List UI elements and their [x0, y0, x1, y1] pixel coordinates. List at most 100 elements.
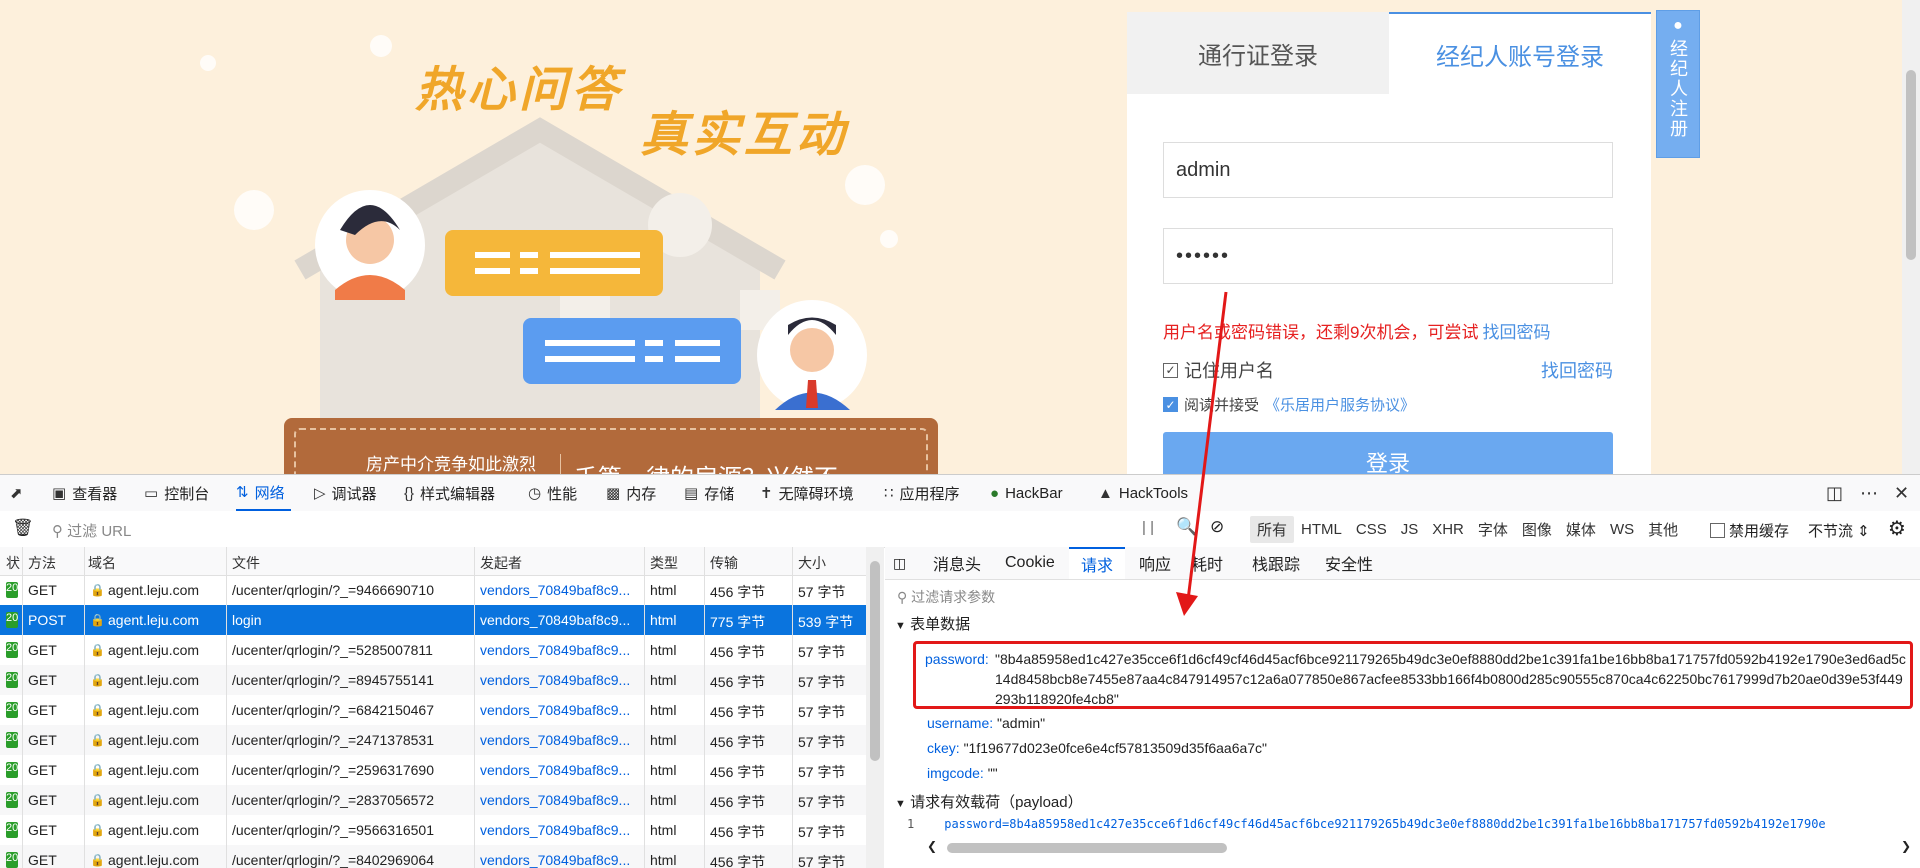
agreement-prefix: 阅读并接受 [1184, 397, 1260, 414]
agent-register-button[interactable]: ● 经纪人注册 [1656, 10, 1700, 158]
payload-horizontal-scrollbar[interactable]: ❮ ❯ [927, 839, 1911, 853]
table-row[interactable]: 20 POST agent.leju.com login vendors_70849ba… [0, 605, 866, 635]
chevron-right-icon[interactable]: ❯ [1901, 839, 1911, 853]
form-param-ckey: ckey: "1f19677d023e0fce6e4cf57813509d35f… [927, 740, 1268, 756]
type-cell: html [650, 792, 677, 808]
table-header: 状 方法 域名 文件 发起者 类型 传输 大小 [0, 547, 866, 576]
table-row[interactable]: 20 GET agent.leju.com/ucenter/qrlogin/?_=9… [0, 575, 866, 605]
tab-inspector[interactable]: ▣ 查看器 [52, 475, 117, 511]
table-row[interactable]: 20 GET agent.leju.com/ucenter/qrlogin/?_=8… [0, 665, 866, 695]
tab-cookie[interactable]: Cookie [1005, 547, 1055, 579]
tab-debugger[interactable]: ▷ 调试器 [314, 475, 377, 511]
initiator-link[interactable]: vendors_70849baf8c9... [480, 612, 640, 628]
filter-html[interactable]: HTML [1294, 518, 1349, 541]
tab-network[interactable]: ⇅ 网络 [236, 475, 291, 511]
more-options-icon[interactable]: ⋯ [1860, 475, 1878, 511]
chevron-left-icon[interactable]: ❮ [927, 839, 937, 853]
banner-text-1: 房产中介竞争如此激烈 [366, 455, 536, 474]
debugger-icon: ▷ [314, 485, 326, 502]
agreement-link[interactable]: 《乐居用户服务协议》 [1265, 394, 1415, 415]
tab-request[interactable]: 请求 [1069, 547, 1126, 579]
pause-icon[interactable]: | | [1142, 519, 1154, 536]
toggle-sidebar-icon[interactable]: ◫ [893, 547, 906, 579]
domain-cell: agent.leju.com [108, 702, 200, 718]
filter-css[interactable]: CSS [1349, 518, 1394, 541]
filter-other[interactable]: 其他 [1641, 516, 1685, 543]
tab-storage[interactable]: ▤ 存储 [684, 475, 734, 511]
method-cell: GET [28, 642, 57, 658]
filter-fonts[interactable]: 字体 [1471, 516, 1515, 543]
table-row[interactable]: 20 GET agent.leju.com/ucenter/qrlogin/?_=9… [0, 815, 866, 845]
table-row[interactable]: 20 GET agent.leju.com/ucenter/qrlogin/?_=5… [0, 635, 866, 665]
transfer-cell: 456 字节 [710, 644, 766, 660]
remember-username[interactable]: ✓ 记住用户名 [1163, 357, 1274, 383]
file-cell: /ucenter/qrlogin/?_=2837056572 [232, 792, 435, 808]
login-button[interactable]: 登录 [1163, 432, 1613, 474]
tab-security[interactable]: 安全性 [1325, 547, 1373, 579]
tab-performance[interactable]: ◷ 性能 [528, 475, 577, 511]
table-row[interactable]: 20 GET agent.leju.com/ucenter/qrlogin/?_=8… [0, 845, 866, 868]
tab-stack-trace[interactable]: 栈跟踪 [1252, 547, 1300, 579]
initiator-link[interactable]: vendors_70849baf8c9... [480, 642, 640, 658]
initiator-link[interactable]: vendors_70849baf8c9... [480, 762, 640, 778]
table-row[interactable]: 20 GET agent.leju.com/ucenter/qrlogin/?_=2… [0, 755, 866, 785]
lock-icon: 🔒 [90, 583, 105, 597]
tab-response[interactable]: 响应 [1139, 547, 1171, 579]
table-row[interactable]: 20 GET agent.leju.com/ucenter/qrlogin/?_=6… [0, 695, 866, 725]
filter-ws[interactable]: WS [1603, 518, 1641, 541]
dock-icon[interactable]: ◫ [1826, 475, 1843, 511]
type-cell: html [650, 852, 677, 868]
block-icon[interactable]: ⊘ [1210, 517, 1224, 537]
tab-timings[interactable]: 耗时 [1191, 547, 1223, 579]
remember-checkbox[interactable]: ✓ [1163, 362, 1178, 378]
forgot-password-link[interactable]: 找回密码 [1541, 357, 1613, 383]
tab-memory[interactable]: ▩ 内存 [606, 475, 656, 511]
filter-xhr[interactable]: XHR [1425, 518, 1471, 541]
network-icon: ⇅ [236, 484, 249, 501]
disable-cache-toggle[interactable]: 禁用缓存 [1710, 520, 1789, 541]
tab-headers[interactable]: 消息头 [933, 547, 981, 579]
initiator-link[interactable]: vendors_70849baf8c9... [480, 852, 640, 868]
remember-label: 记住用户名 [1184, 361, 1274, 381]
initiator-link[interactable]: vendors_70849baf8c9... [480, 582, 640, 598]
error-forgot-password-link[interactable]: 找回密码 [1482, 323, 1550, 342]
search-icon[interactable]: 🔍 [1176, 517, 1197, 537]
tab-hackbar[interactable]: ● HackBar [990, 475, 1063, 511]
settings-gear-icon[interactable]: ⚙ [1888, 516, 1906, 541]
initiator-link[interactable]: vendors_70849baf8c9... [480, 822, 640, 838]
initiator-link[interactable]: vendors_70849baf8c9... [480, 732, 640, 748]
form-data-section[interactable]: ▼ 表单数据 [895, 613, 970, 634]
filter-url-input[interactable]: ⚲ 过滤 URL [52, 520, 131, 541]
throttle-select[interactable]: 不节流 ⇕ [1808, 520, 1870, 541]
filter-images[interactable]: 图像 [1515, 516, 1559, 543]
tab-agent-login[interactable]: 经纪人账号登录 [1389, 12, 1651, 94]
tab-application[interactable]: ∷ 应用程序 [884, 475, 960, 511]
form-param-password: password: "8b4a85958ed1c427e35cce6f1d6cf… [925, 651, 1906, 707]
element-picker-icon[interactable]: ⬈ [10, 475, 23, 511]
agreement-checkbox[interactable]: ✓ [1163, 397, 1178, 412]
username-input[interactable]: admin [1163, 142, 1613, 198]
payload-section[interactable]: ▼ 请求有效载荷（payload） [895, 791, 1083, 812]
password-input[interactable]: •••••• [1163, 228, 1613, 284]
console-icon: ▭ [144, 485, 159, 502]
tab-hacktools[interactable]: ▲ HackTools [1098, 475, 1188, 511]
clear-trash-icon[interactable]: 🗑 [12, 518, 34, 538]
filter-media[interactable]: 媒体 [1559, 516, 1603, 543]
initiator-link[interactable]: vendors_70849baf8c9... [480, 672, 640, 688]
initiator-link[interactable]: vendors_70849baf8c9... [480, 702, 640, 718]
tab-style-editor[interactable]: {} 样式编辑器 [404, 475, 495, 511]
table-row[interactable]: 20 GET agent.leju.com/ucenter/qrlogin/?_=2… [0, 725, 866, 755]
tab-accessibility[interactable]: ✝ 无障碍环境 [760, 475, 854, 511]
request-table-scrollbar[interactable] [866, 547, 884, 868]
close-devtools-icon[interactable]: ✕ [1894, 475, 1909, 511]
filter-all[interactable]: 所有 [1250, 515, 1295, 543]
tab-passport-login[interactable]: 通行证登录 [1127, 12, 1389, 94]
status-badge: 20 [6, 732, 18, 748]
transfer-cell: 456 字节 [710, 584, 766, 600]
filter-js[interactable]: JS [1394, 518, 1426, 541]
initiator-link[interactable]: vendors_70849baf8c9... [480, 792, 640, 808]
tab-console[interactable]: ▭ 控制台 [144, 475, 209, 511]
param-filter-input[interactable]: ⚲ 过滤请求参数 [897, 587, 995, 607]
table-row[interactable]: 20 GET agent.leju.com/ucenter/qrlogin/?_=2… [0, 785, 866, 815]
page-scrollbar[interactable] [1902, 0, 1920, 474]
